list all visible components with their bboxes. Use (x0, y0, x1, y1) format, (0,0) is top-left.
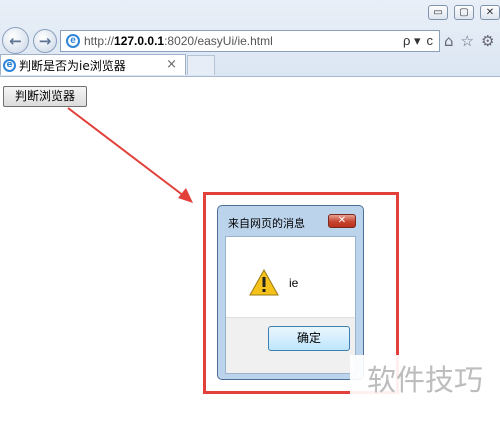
dialog-message: ie (289, 276, 299, 290)
alert-dialog: 来自网页的消息 ✕ ie 确定 (217, 205, 364, 380)
dialog-body: ie 确定 (225, 236, 356, 374)
dialog-close-button[interactable]: ✕ (328, 214, 356, 228)
dialog-title: 来自网页的消息 (228, 217, 305, 230)
dialog-footer: 确定 (226, 317, 355, 373)
warning-icon (249, 269, 279, 296)
ok-button[interactable]: 确定 (268, 326, 350, 351)
watermark-text: 软件技巧 (350, 355, 500, 405)
